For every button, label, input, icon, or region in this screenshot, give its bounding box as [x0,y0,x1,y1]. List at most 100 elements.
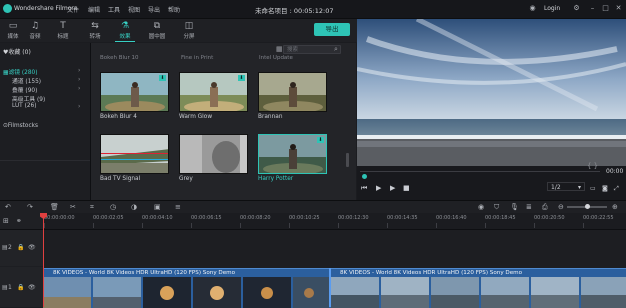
effect-thumb-bokeh-blur-4[interactable]: ⬇ [100,72,169,112]
tab-titles-label: 标题 [57,34,69,40]
close-icon[interactable]: ✕ [614,4,623,13]
project-title: 未命名项目 : 00:05:12:07 [255,7,334,15]
preview-timecode: 00:00 [606,168,624,175]
effect-caption-top: Intel Update [259,55,293,61]
download-icon[interactable]: ⬇ [317,137,324,143]
tab-pip[interactable]: ⧉ 圆中圆 [144,19,170,42]
play-icon[interactable]: ▶ [376,184,381,192]
music-icon: ♫ [30,21,40,31]
timeline-ruler[interactable]: ⊞ ⚭ 00:00:00:00 00:00:02:05 00:00:04:10 … [0,213,626,230]
tab-audio-label: 音频 [29,34,41,40]
step-back-icon[interactable]: ⏮ [361,184,367,193]
minimize-icon[interactable]: – [588,4,597,13]
stop-icon[interactable]: ■ [403,184,410,192]
login-link[interactable]: Login [544,5,560,12]
shield-icon[interactable]: ⛉ [494,203,499,212]
tab-effects[interactable]: ⚗ 效果 [112,19,138,42]
maximize-icon[interactable]: □ [601,4,610,13]
effect-thumb-bad-tv-signal[interactable] [100,134,169,174]
effect-thumb-grey[interactable] [179,134,248,174]
search-icon[interactable]: ⌕ [334,45,341,54]
title-icon: T [60,21,66,31]
sidebar-item-filters[interactable]: ▦滤镜 (280) [3,67,38,76]
tab-pip-label: 圆中圆 [148,34,166,40]
menu-tools[interactable]: 工具 [108,5,120,14]
chevron-right-icon[interactable]: › [78,67,80,74]
effect-thumb-warm-glow[interactable]: ⬇ [179,72,248,112]
search-input[interactable]: 搜索 [283,45,341,54]
playhead-line[interactable] [43,213,44,307]
settings-icon[interactable]: ⚙ [572,4,581,13]
delete-icon[interactable]: 🗑 [50,203,59,211]
preview-panel: { } 00:00 ⏮ ▶ ▶ ■ 1/2 ▾ ▭ ◙ ⤢ [357,19,626,200]
effect-thumb-brannan[interactable] [258,72,327,112]
play-forward-icon[interactable]: ▶ [390,184,395,192]
menu-help[interactable]: 帮助 [168,5,180,14]
ruler-tick [436,223,437,228]
undo-icon[interactable]: ↶ [5,203,11,211]
green-screen-icon[interactable]: ▣ [154,203,161,211]
tab-transitions[interactable]: ⇆ 转场 [82,19,108,42]
effect-thumb-harry-potter[interactable]: ⬇ [258,134,327,174]
download-icon[interactable]: ⬇ [159,75,166,81]
sidebar-item-overlays[interactable]: 叠覆 (90) [12,85,37,94]
menu-edit[interactable]: 编辑 [88,5,100,14]
library-scrollbar[interactable] [346,153,349,167]
track-lane-2[interactable] [44,231,626,265]
sidebar-item-channels[interactable]: 通道 (155) [12,76,41,85]
effects-library: ▦ 搜索 ⌕ Bokeh Blur 10 Fine in Print Intel… [91,43,356,200]
sidebar-item-lut[interactable]: LUT (26) [12,103,36,109]
export-button[interactable]: 导出 [314,23,350,36]
snapshot-icon[interactable]: ◙ [602,185,608,192]
account-icon[interactable]: ◉ [528,4,537,13]
folder-icon: ▭ [8,21,18,31]
audio-mixer-icon[interactable]: ≡ [175,203,181,211]
menu-export[interactable]: 导出 [148,5,160,14]
ruler-tick [534,223,535,228]
download-icon[interactable]: ⬇ [238,75,245,81]
lock-icon[interactable]: 🔒 [17,244,24,251]
effects-icon: ⚗ [120,21,130,31]
tab-audio[interactable]: ♫ 音频 [22,19,48,42]
sidebar-favorites[interactable]: ♥收藏 (0) [3,47,31,56]
sidebar-item-filmstocks[interactable]: ⊙Filmstocks [3,123,38,129]
link-icon[interactable]: ⚭ [16,217,22,225]
lock-icon[interactable]: 🔒 [17,284,24,291]
cut-icon[interactable]: ✂ [70,203,76,211]
video-clip[interactable]: 8K VIDEOS - World 8K Videos HDR UltraHD … [43,268,626,308]
playback-quality-select[interactable]: 1/2 ▾ [547,182,585,191]
zoom-in-icon[interactable]: ⊕ [612,203,618,211]
menu-file[interactable]: 文件 [67,5,79,14]
zoom-out-icon[interactable]: ⊖ [558,203,564,211]
eye-icon[interactable]: 👁 [28,244,36,251]
clip-split-marker [329,268,331,307]
crop-icon[interactable]: ⌗ [90,203,94,212]
render-icon[interactable]: ◉ [478,203,484,211]
ruler-tick [387,223,388,228]
chevron-right-icon[interactable]: › [78,85,80,92]
redo-icon[interactable]: ↷ [27,203,33,211]
chevron-right-icon[interactable]: › [78,76,80,83]
tab-split-screen[interactable]: ◫ 分屏 [176,19,202,42]
tab-titles[interactable]: T 标题 [50,19,76,42]
eye-icon[interactable]: 👁 [28,284,36,291]
color-icon[interactable]: ◑ [131,203,137,211]
grid-view-icon[interactable]: ▦ [276,45,283,53]
menu-view[interactable]: 视图 [128,5,140,14]
preview-progress-knob[interactable] [362,174,367,179]
chevron-right-icon[interactable]: › [78,103,80,110]
monitor-icon[interactable]: ▭ [590,185,596,192]
speed-icon[interactable]: ◷ [110,203,116,211]
preview-image [357,19,626,166]
add-track-icon[interactable]: ⊞ [3,217,9,225]
zoom-slider-knob[interactable] [585,204,590,209]
snapshot-icon[interactable]: ⎙ [542,203,548,212]
microphone-icon[interactable]: 🎙 [510,203,519,211]
fullscreen-icon[interactable]: ⤢ [614,185,619,193]
prev-marker-icon[interactable]: { } [587,162,598,170]
split-screen-icon: ◫ [184,21,194,31]
sidebar-item-advanced[interactable]: 高级工具 (9) [12,94,45,103]
voiceover-icon[interactable]: ≣ [526,203,532,211]
preview-progress-track[interactable] [360,171,600,179]
track-number: 1 [8,284,12,291]
